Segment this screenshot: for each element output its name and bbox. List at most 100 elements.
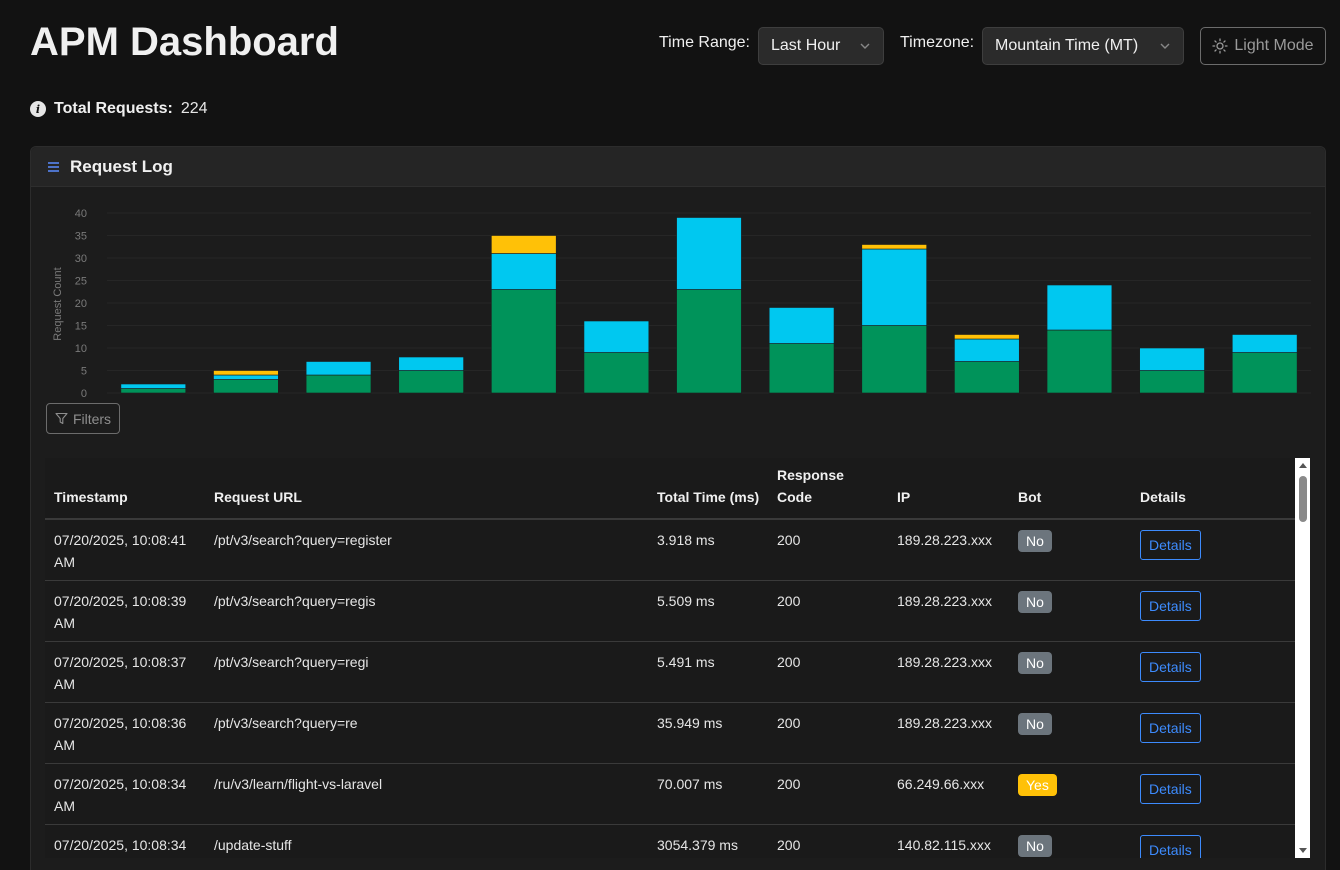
column-header-details: Details [1131,458,1295,520]
bar-segment-series-2[interactable] [305,361,372,376]
cell-timestamp: 07/20/2025, 10:08:37 AM [45,641,205,703]
timezone-select[interactable]: Mountain Time (MT) [982,27,1184,65]
light-mode-button[interactable]: Light Mode [1200,27,1326,65]
details-button[interactable]: Details [1140,712,1201,743]
y-tick-label: 10 [75,343,87,355]
bot-badge: Yes [1018,773,1057,796]
timezone-label: Timezone: [900,34,975,51]
cell-timestamp: 07/20/2025, 10:08:34 AM [45,763,205,825]
total-requests: i Total Requests: 224 [30,100,208,118]
cell-ip: 66.249.66.xxx [888,763,1009,825]
cell-response-code: 200 [768,519,888,581]
bar-segment-series-2[interactable] [861,248,927,326]
details-button[interactable]: Details [1140,834,1201,858]
bar-segment-series-2[interactable] [1046,284,1113,331]
bar-segment-series-1[interactable] [398,370,464,394]
total-requests-value: 224 [180,100,208,117]
bar-segment-series-3[interactable] [491,235,557,254]
bar-segment-series-2[interactable] [1139,347,1205,371]
cell-response-code: 200 [768,763,888,825]
bar-segment-series-1[interactable] [1231,352,1298,394]
bot-badge: No [1018,590,1052,613]
bot-badge: No [1018,712,1052,735]
column-header-response-code[interactable]: Response Code [768,458,888,520]
y-tick-label: 30 [75,253,87,265]
column-header-ip[interactable]: IP [888,458,1009,520]
details-button[interactable]: Details [1140,651,1201,682]
bar-segment-series-2[interactable] [213,374,279,380]
bar-segment-series-1[interactable] [1046,329,1113,394]
bar-segment-series-1[interactable] [491,289,557,394]
column-header-timestamp[interactable]: Timestamp [45,458,205,520]
y-tick-label: 15 [75,321,87,333]
table-row: 07/20/2025, 10:08:36 AM /pt/v3/search?qu… [45,702,1295,764]
bar-segment-series-2[interactable] [491,253,557,290]
cell-details: Details [1131,824,1295,858]
request-table: Timestamp Request URL Total Time (ms) Re… [45,458,1295,858]
cell-bot: No [1009,641,1131,703]
cell-ip: 140.82.115.xxx [888,824,1009,858]
time-range-select[interactable]: Last Hour [758,27,884,65]
filter-icon [55,412,68,425]
bar-segment-series-2[interactable] [1231,334,1298,353]
bar-segment-series-1[interactable] [305,374,372,394]
time-range-value: Last Hour [771,37,841,54]
bar-segment-series-2[interactable] [768,307,835,344]
bar-segment-series-1[interactable] [583,352,650,394]
y-tick-label: 25 [75,276,87,288]
details-button[interactable]: Details [1140,773,1201,804]
table-row: 07/20/2025, 10:08:39 AM /pt/v3/search?qu… [45,580,1295,642]
y-tick-label: 0 [81,388,87,399]
cell-ip: 189.28.223.xxx [888,641,1009,703]
bar-segment-series-3[interactable] [213,370,279,376]
cell-bot: No [1009,702,1131,764]
cell-details: Details [1131,702,1295,764]
cell-total-time: 70.007 ms [648,763,768,825]
list-icon [48,161,59,172]
bar-segment-series-3[interactable] [861,244,927,250]
bar-segment-series-2[interactable] [120,383,187,389]
cell-ip: 189.28.223.xxx [888,702,1009,764]
cell-details: Details [1131,763,1295,825]
bar-segment-series-1[interactable] [213,379,279,394]
light-mode-label: Light Mode [1234,37,1314,54]
table-row: 07/20/2025, 10:08:41 AM /pt/v3/search?qu… [45,519,1295,581]
cell-details: Details [1131,580,1295,642]
cell-details: Details [1131,519,1295,581]
details-button[interactable]: Details [1140,530,1201,560]
cell-url: /pt/v3/search?query=re [205,702,648,764]
table-scrollbar[interactable] [1295,458,1310,858]
column-header-url[interactable]: Request URL [205,458,648,520]
filters-button[interactable]: Filters [46,403,120,434]
column-header-bot[interactable]: Bot [1009,458,1131,520]
cell-url: /pt/v3/search?query=regis [205,580,648,642]
y-axis-label: Request Count [52,267,64,340]
bar-segment-series-1[interactable] [120,388,187,394]
bar-segment-series-2[interactable] [954,338,1020,362]
bar-segment-series-2[interactable] [583,320,650,353]
bar-segment-series-3[interactable] [954,334,1020,340]
scroll-down-arrow-icon[interactable] [1299,848,1307,853]
request-chart-svg: Request Count 0 5 10 15 20 25 30 35 40 [52,208,1311,400]
y-tick-label: 5 [81,366,87,378]
scrollbar-thumb[interactable] [1299,476,1307,522]
card-header: Request Log [31,147,1325,187]
bar-segment-series-1[interactable] [954,361,1020,394]
bar-segment-series-1[interactable] [1139,370,1205,394]
bar-segment-series-1[interactable] [676,289,742,394]
request-table-container[interactable]: Timestamp Request URL Total Time (ms) Re… [45,458,1297,858]
cell-total-time: 35.949 ms [648,702,768,764]
bar-segment-series-2[interactable] [676,217,742,290]
bot-badge: No [1018,834,1052,857]
scroll-up-arrow-icon[interactable] [1299,463,1307,468]
bar-segment-series-1[interactable] [768,343,835,394]
bar-segment-series-2[interactable] [398,356,464,371]
y-tick-label: 35 [75,231,87,243]
timezone-value: Mountain Time (MT) [995,37,1139,54]
column-header-total-time[interactable]: Total Time (ms) [648,458,768,520]
details-button[interactable]: Details [1140,590,1201,621]
bar-segment-series-1[interactable] [861,325,927,394]
cell-url: /pt/v3/search?query=regi [205,641,648,703]
y-tick-label: 20 [75,298,87,310]
bot-badge: No [1018,651,1052,674]
